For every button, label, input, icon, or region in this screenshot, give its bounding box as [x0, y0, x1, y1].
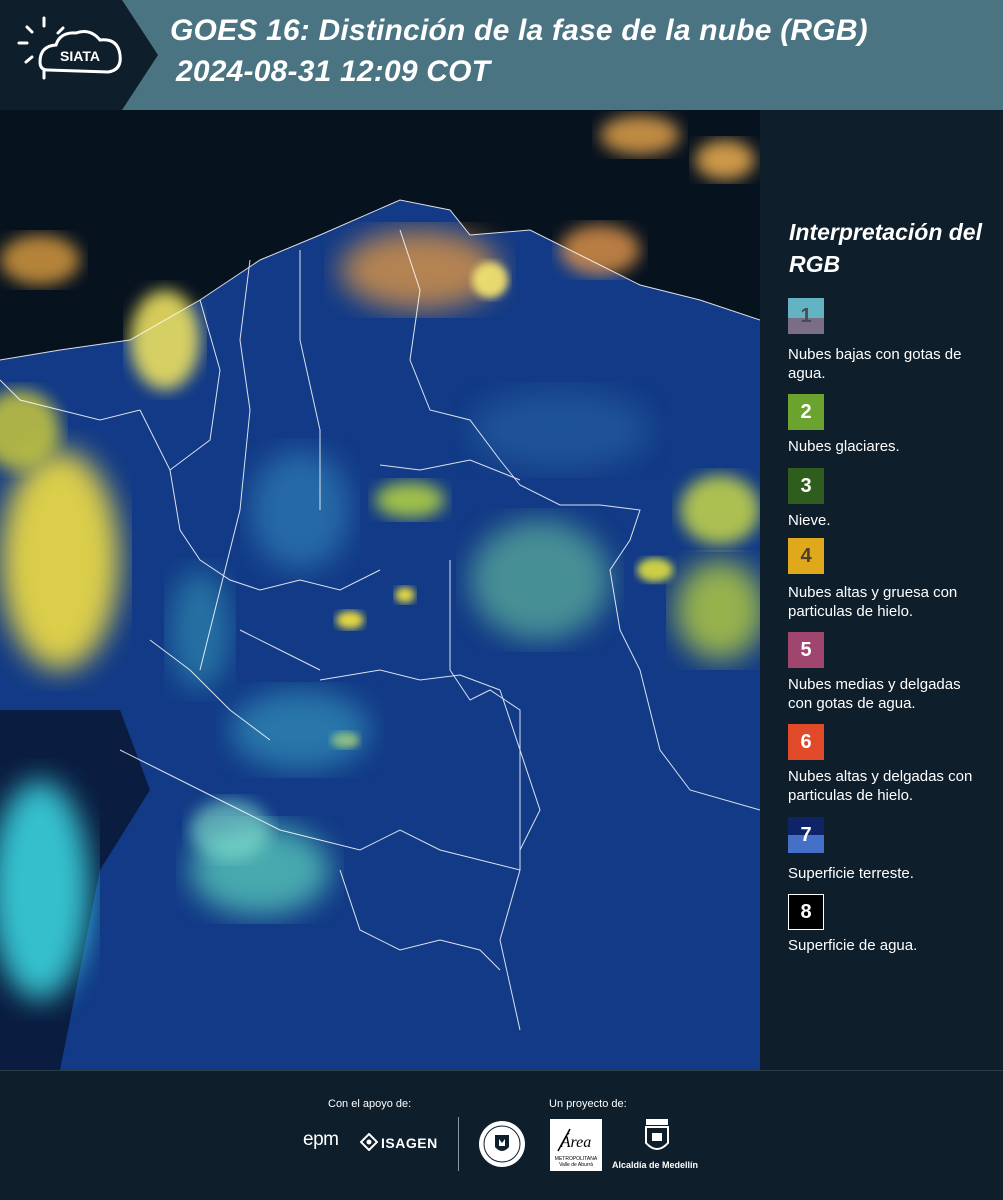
legend-number-2: 2: [800, 400, 812, 423]
footer: Con el apoyo de: Un proyecto de: epm ISA…: [0, 1070, 1003, 1200]
legend-swatch-2: 2: [788, 394, 824, 430]
legend-swatch-1: 1: [788, 298, 824, 334]
siata-logo: SIATA: [0, 0, 158, 110]
project-label: Un proyecto de:: [549, 1098, 627, 1110]
header-bar: SIATA GOES 16: Distinción de la fase de …: [0, 0, 1003, 110]
isagen-icon: [360, 1133, 378, 1151]
legend-swatch-5: 5: [788, 632, 824, 668]
alcaldia-shield-icon: [645, 1119, 669, 1150]
logo-text: SIATA: [60, 48, 100, 64]
support-label: Con el apoyo de:: [328, 1098, 412, 1110]
area-logo-text: Área: [560, 1132, 592, 1151]
legend-number-8: 8: [800, 900, 812, 923]
timestamp: 2024-08-31 12:09 COT: [176, 55, 491, 88]
legend-swatch-7: 7: [788, 817, 824, 853]
legend-swatch-8: 8: [788, 894, 824, 930]
epm-logo: epm: [303, 1129, 339, 1150]
footer-divider: [458, 1117, 459, 1171]
legend-label-2: Nubes glaciares.: [788, 438, 900, 455]
university-seal-icon: [479, 1121, 525, 1167]
legend-label-7: Superficie terreste.: [788, 865, 914, 882]
legend-panel: Interpretación del RGB 1 Nubes bajas con…: [760, 110, 1003, 1070]
legend-title: Interpretación del RGB: [789, 219, 982, 277]
legend-number-3: 3: [800, 474, 812, 497]
legend-label-4: Nubes altas y gruesa con particulas de h…: [788, 584, 958, 620]
legend-swatch-3: 3: [788, 468, 824, 504]
legend-swatch-4: 4: [788, 538, 824, 574]
legend-label-1: Nubes bajas con gotas de agua.: [788, 346, 962, 382]
legend-number-7: 7: [800, 823, 812, 846]
isagen-logo: ISAGEN: [381, 1135, 438, 1151]
satellite-rgb-map: [0, 110, 760, 1070]
legend-number-1: 1: [800, 304, 812, 327]
legend-label-8: Superficie de agua.: [788, 937, 918, 954]
legend-label-3: Nieve.: [788, 512, 831, 529]
legend-number-4: 4: [800, 544, 812, 567]
area-metropolitana-logo: Área METROPOLITANA Valle de Aburrá: [550, 1119, 602, 1171]
legend-swatch-6: 6: [788, 724, 824, 760]
legend-number-6: 6: [800, 730, 812, 753]
legend-number-5: 5: [800, 638, 812, 661]
alcaldia-label: Alcaldía de Medellín: [612, 1160, 699, 1170]
page-title: GOES 16: Distinción de la fase de la nub…: [170, 14, 868, 47]
area-logo-subtitle: METROPOLITANA Valle de Aburrá: [554, 1156, 598, 1168]
legend-label-6: Nubes altas y delgadas con particulas de…: [788, 768, 973, 804]
legend-label-5: Nubes medias y delgadas con gotas de agu…: [788, 676, 961, 712]
